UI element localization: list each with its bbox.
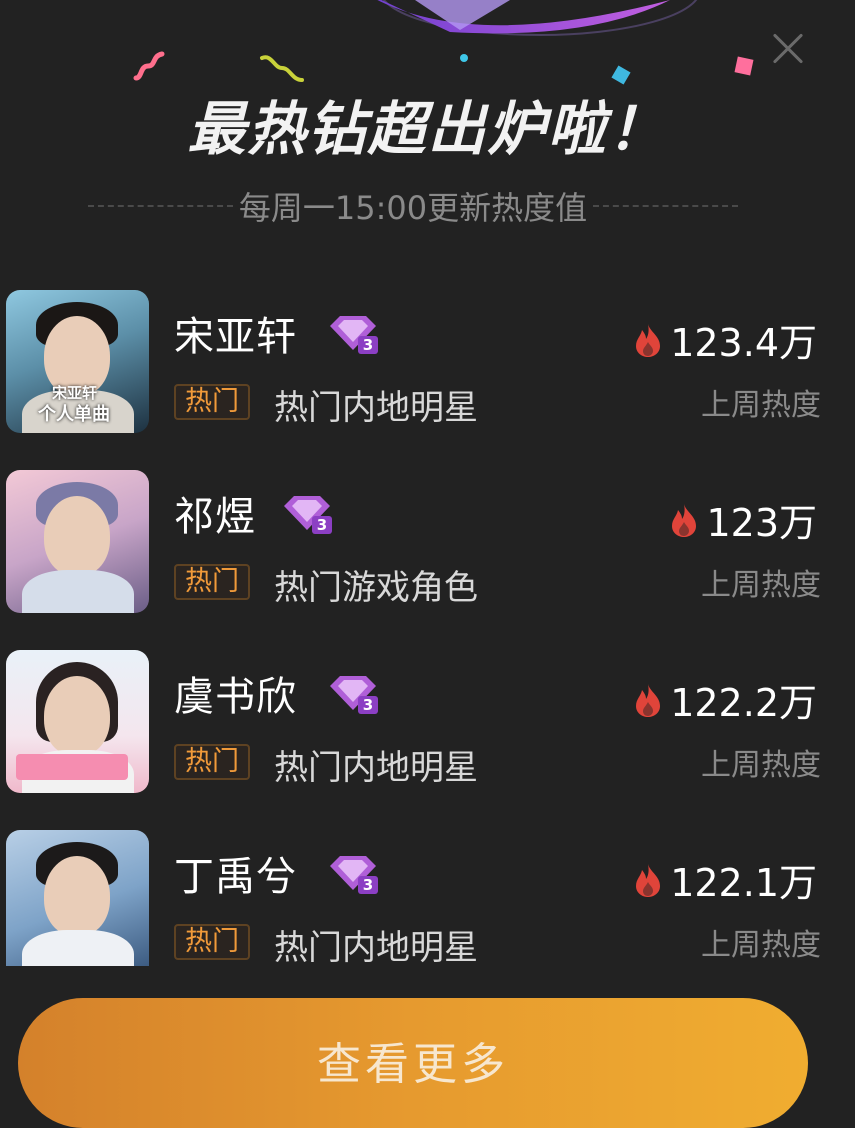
avatar-banner xyxy=(16,754,128,780)
category-label: 热门游戏角色 xyxy=(274,568,478,608)
list-item[interactable]: 祁煜 3 热门 热门游戏角色 123万 上周热度 xyxy=(0,470,855,616)
heat-period-label: 上周热度 xyxy=(701,568,821,603)
star-name: 虞书欣 xyxy=(174,674,297,720)
page-title: 最热钻超出炉啦！ xyxy=(187,95,668,163)
heat-period-label: 上周热度 xyxy=(701,748,821,783)
update-schedule-text: 每周一15:00更新热度值 xyxy=(238,189,588,227)
hot-tag: 热门 xyxy=(174,384,250,420)
list-item[interactable]: 宋亚轩 个人单曲 宋亚轩 3 热门 热门内地明星 123.4万 上周热度 xyxy=(0,290,855,436)
diamond-level-badge-icon: 3 xyxy=(330,856,378,894)
heat-value: 122.1万 xyxy=(670,861,817,905)
avatar[interactable] xyxy=(6,830,149,966)
list-item[interactable]: 虞书欣 3 热门 热门内地明星 122.2万 上周热度 xyxy=(0,650,855,796)
confetti-squiggle-green xyxy=(260,55,304,82)
heat-value-group: 123.4万 xyxy=(632,312,817,367)
confetti-square-pink xyxy=(734,56,754,76)
flame-icon xyxy=(636,863,661,897)
heat-value-group: 123万 xyxy=(668,492,817,547)
heat-value-group: 122.2万 xyxy=(632,672,817,727)
view-more-label: 查看更多 xyxy=(317,1039,509,1090)
svg-text:3: 3 xyxy=(363,336,373,354)
heat-period-label: 上周热度 xyxy=(701,928,821,963)
heat-value: 123.4万 xyxy=(670,321,817,365)
avatar[interactable] xyxy=(6,650,149,793)
dashed-divider-left xyxy=(88,205,233,207)
flame-icon xyxy=(672,503,697,537)
close-icon[interactable] xyxy=(766,26,810,70)
avatar[interactable] xyxy=(6,470,149,613)
dashed-divider-right xyxy=(593,205,739,207)
flame-icon xyxy=(636,683,661,717)
confetti-squiggle-pink xyxy=(133,51,165,81)
subtitle-row: 每周一15:00更新热度值 xyxy=(88,184,739,228)
svg-text:3: 3 xyxy=(317,516,327,534)
hot-tag: 热门 xyxy=(174,924,250,960)
category-label: 热门内地明星 xyxy=(274,388,478,428)
flame-icon xyxy=(636,323,661,357)
hot-tag: 热门 xyxy=(174,564,250,600)
diamond-level-badge-icon: 3 xyxy=(330,676,378,714)
heat-value: 123万 xyxy=(706,501,817,545)
diamond-level-badge-icon: 3 xyxy=(284,496,332,534)
diamond-ribbon-graphic xyxy=(377,0,698,36)
star-name: 丁禹兮 xyxy=(174,854,297,900)
category-label: 热门内地明星 xyxy=(274,748,478,788)
confetti-dot-cyan xyxy=(460,54,468,62)
svg-text:3: 3 xyxy=(363,876,373,894)
avatar-caption-line2: 个人单曲 xyxy=(38,404,110,425)
avatar[interactable]: 宋亚轩 个人单曲 xyxy=(6,290,149,433)
star-name: 祁煜 xyxy=(174,494,256,540)
svg-text:3: 3 xyxy=(363,696,373,714)
heat-period-label: 上周热度 xyxy=(701,388,821,423)
view-more-button[interactable]: 查看更多 xyxy=(18,998,808,1128)
list-item[interactable]: 丁禹兮 3 热门 热门内地明星 122.1万 上周热度 xyxy=(0,830,855,976)
heat-value-group: 122.1万 xyxy=(632,852,817,907)
diamond-level-badge-icon: 3 xyxy=(330,316,378,354)
category-label: 热门内地明星 xyxy=(274,928,478,968)
star-name: 宋亚轩 xyxy=(174,314,297,360)
heat-value: 122.2万 xyxy=(670,681,817,725)
hot-tag: 热门 xyxy=(174,744,250,780)
